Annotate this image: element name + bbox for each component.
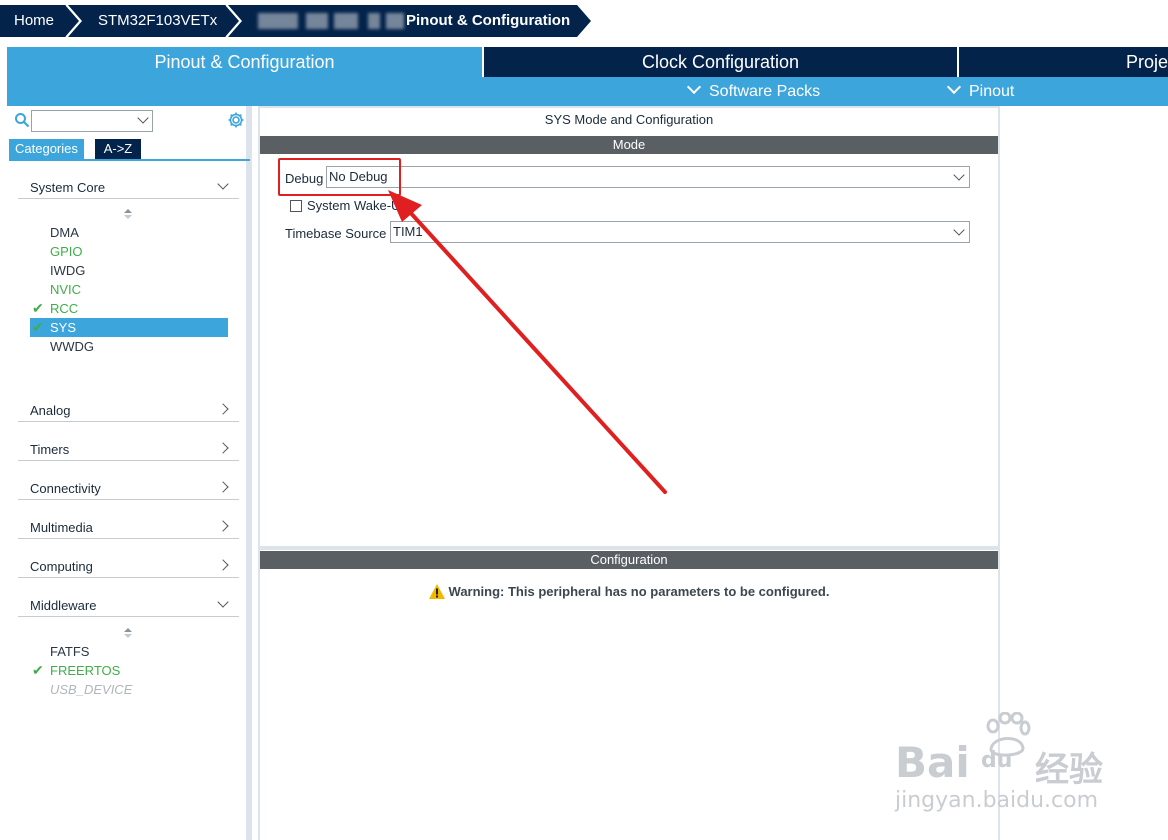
blur-segment xyxy=(368,13,380,29)
check-icon: ✔ xyxy=(32,300,44,316)
chevron-right-icon xyxy=(217,403,229,415)
scroll-up-icon[interactable] xyxy=(124,628,132,638)
category-label: Analog xyxy=(30,403,71,418)
categories-sidebar: Categories A->Z System Core DMA GPIO IWD… xyxy=(7,106,252,840)
list-item-nvic[interactable]: NVIC xyxy=(30,280,228,299)
content-area: SYS Mode and Configuration Mode Debug No… xyxy=(258,106,1004,840)
watermark-url: jingyan.baidu.com xyxy=(895,788,1099,813)
item-label: IWDG xyxy=(50,263,86,278)
app-window: Home STM32F103VETx Pinout & Configuratio… xyxy=(0,0,1168,840)
tab-clock-configuration[interactable]: Clock Configuration xyxy=(484,47,957,77)
check-icon: ✔ xyxy=(32,662,44,678)
tab-a-to-z[interactable]: A->Z xyxy=(95,139,141,159)
chevron-right-icon xyxy=(217,520,229,532)
check-icon: ✔ xyxy=(32,319,44,335)
mode-section-header: Mode xyxy=(260,136,998,154)
list-item-iwdg[interactable]: IWDG xyxy=(30,261,228,280)
software-packs-menu[interactable]: Software Packs xyxy=(686,77,821,106)
blur-segment xyxy=(306,13,328,29)
item-label: NVIC xyxy=(50,282,82,297)
configuration-section-header: Configuration xyxy=(260,551,998,569)
item-label: GPIO xyxy=(50,244,83,259)
search-icon[interactable] xyxy=(14,112,30,128)
chevron-right-icon xyxy=(217,442,229,454)
list-item-gpio[interactable]: GPIO xyxy=(30,242,228,261)
item-label: RCC xyxy=(50,301,79,316)
chevron-right-icon xyxy=(217,559,229,571)
breadcrumb-device[interactable]: STM32F103VETx xyxy=(84,5,217,37)
breadcrumb-current[interactable]: Pinout & Configuration xyxy=(392,5,570,37)
list-item-dma[interactable]: DMA xyxy=(30,223,228,242)
chevron-down-icon xyxy=(953,169,965,181)
debug-highlight-box xyxy=(278,158,401,196)
item-label: USB_DEVICE xyxy=(50,682,133,697)
tab-underline xyxy=(9,159,250,161)
tab-pinout-configuration[interactable]: Pinout & Configuration xyxy=(7,47,482,77)
item-label: WWDG xyxy=(50,339,95,354)
system-wakeup-checkbox[interactable] xyxy=(290,200,302,212)
item-label: FREERTOS xyxy=(50,663,121,678)
list-item-usb-device: USB_DEVICE xyxy=(30,680,228,699)
item-label: DMA xyxy=(50,225,79,240)
category-label: Timers xyxy=(30,442,70,457)
watermark-brand-cn: 经验 xyxy=(1035,750,1103,790)
sub-toolbar: Software Packs Pinout xyxy=(7,77,1168,106)
list-item-rcc[interactable]: ✔ RCC xyxy=(30,299,228,318)
category-middleware[interactable]: Middleware xyxy=(18,591,239,617)
timebase-select-value: TIM1 xyxy=(393,224,423,239)
tab-project-manager[interactable]: Proje xyxy=(959,47,1168,77)
watermark-du: du xyxy=(981,748,1013,773)
gear-icon[interactable] xyxy=(227,111,245,129)
system-wakeup-label: System Wake-Up xyxy=(307,198,408,213)
item-label: SYS xyxy=(50,320,77,335)
category-label: Middleware xyxy=(30,598,97,613)
mode-panel: SYS Mode and Configuration Mode Debug No… xyxy=(260,108,998,546)
chevron-right-icon xyxy=(217,481,229,493)
chevron-down-icon xyxy=(953,224,965,236)
category-connectivity[interactable]: Connectivity xyxy=(18,474,239,500)
category-label: Computing xyxy=(30,559,93,574)
category-system-core[interactable]: System Core xyxy=(18,173,239,199)
timebase-source-select[interactable]: TIM1 xyxy=(390,221,970,243)
configuration-panel: Configuration Warning: This peripheral h… xyxy=(260,550,998,840)
tab-categories[interactable]: Categories xyxy=(9,139,84,159)
warning-text: Warning: This peripheral has no paramete… xyxy=(448,584,830,599)
breadcrumb: Home STM32F103VETx Pinout & Configuratio… xyxy=(0,5,1168,37)
chevron-down-icon xyxy=(686,79,702,95)
search-combo[interactable] xyxy=(31,110,153,132)
blur-segment xyxy=(258,13,298,29)
timebase-source-label: Timebase Source xyxy=(285,226,387,241)
main-tab-bar: Pinout & Configuration Clock Configurati… xyxy=(7,47,1168,77)
category-multimedia[interactable]: Multimedia xyxy=(18,513,239,539)
warning-icon xyxy=(428,584,445,599)
debug-select[interactable]: No Debug xyxy=(326,166,970,188)
list-item-fatfs[interactable]: FATFS xyxy=(30,642,228,661)
pinout-menu-label: Pinout xyxy=(969,83,1015,100)
category-label: Multimedia xyxy=(30,520,93,535)
category-label: Connectivity xyxy=(30,481,101,496)
chevron-down-icon xyxy=(217,596,229,608)
category-analog[interactable]: Analog xyxy=(18,396,239,422)
list-item-sys[interactable]: ✔ SYS xyxy=(30,318,228,337)
pinout-menu[interactable]: Pinout xyxy=(946,77,1015,106)
breadcrumb-home[interactable]: Home xyxy=(0,5,54,37)
chevron-down-icon xyxy=(217,178,229,190)
category-computing[interactable]: Computing xyxy=(18,552,239,578)
software-packs-label: Software Packs xyxy=(709,83,821,100)
list-item-freertos[interactable]: ✔ FREERTOS xyxy=(30,661,228,680)
list-item-wwdg[interactable]: WWDG xyxy=(30,337,228,356)
item-label: FATFS xyxy=(50,644,90,659)
blur-segment xyxy=(334,13,358,29)
panel-title: SYS Mode and Configuration xyxy=(544,112,714,127)
chevron-down-icon xyxy=(946,79,962,95)
scroll-up-icon[interactable] xyxy=(124,209,132,219)
baidu-watermark: Bai du 经验 jingyan.baidu.com xyxy=(895,710,1125,820)
category-label: System Core xyxy=(30,180,106,195)
category-timers[interactable]: Timers xyxy=(18,435,239,461)
warning-message: Warning: This peripheral has no paramete… xyxy=(260,584,998,599)
chevron-down-icon xyxy=(137,112,149,124)
watermark-brand: Bai xyxy=(895,738,970,787)
